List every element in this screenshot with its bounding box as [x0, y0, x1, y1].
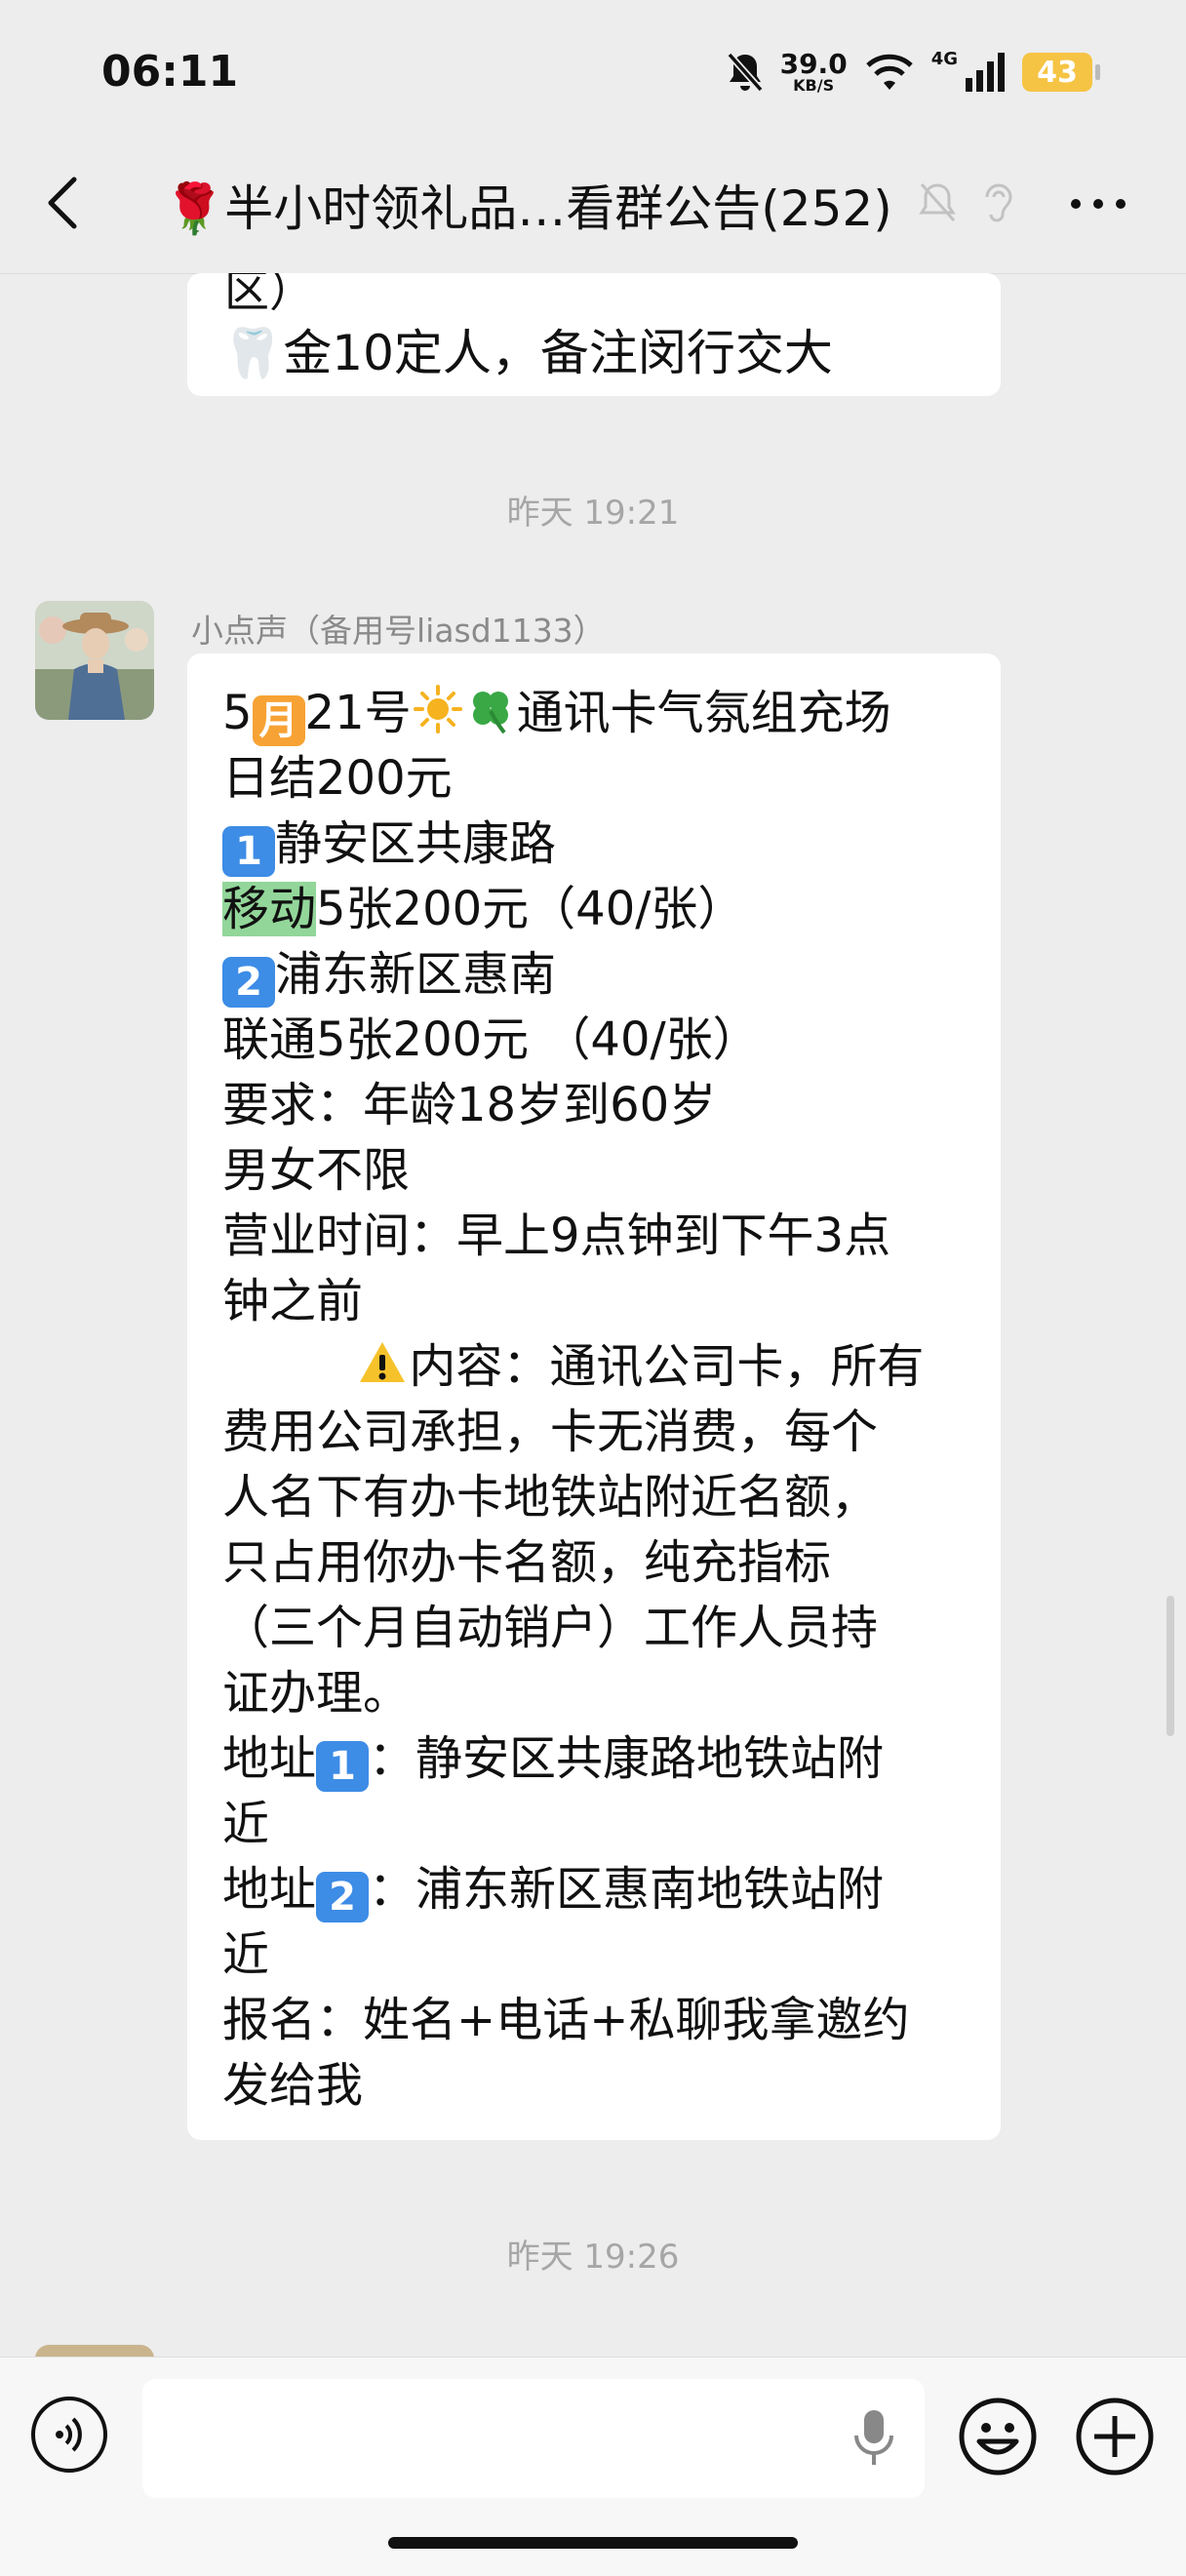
network-type: 4G — [930, 48, 958, 69]
keycap-2-icon: 2 — [222, 957, 275, 1008]
sun-icon — [413, 685, 462, 733]
voice-wave-icon — [56, 2417, 82, 2452]
message-timestamp: 昨天 19:21 — [506, 494, 680, 533]
bell-muted-icon — [726, 52, 764, 93]
message-bubble-previous[interactable]: 区） 🦷金10定人，备注闵行交大 — [187, 273, 1001, 396]
keycap-1-icon: 1 — [222, 826, 275, 877]
home-indicator[interactable] — [388, 2537, 798, 2549]
message-text: 🦷金10定人，备注闵行交大 — [222, 325, 833, 381]
message-text-cut: 区） — [224, 273, 314, 317]
emoji-icon[interactable] — [958, 2397, 1038, 2477]
clover-icon — [472, 692, 508, 734]
message-timestamp: 昨天 19:26 — [506, 2238, 680, 2277]
input-bar — [0, 2357, 1186, 2576]
status-bar: 06:11 39.0 KB/S 4G 43 — [0, 0, 1186, 137]
back-arrow-icon[interactable] — [43, 174, 82, 232]
scrollbar[interactable] — [1166, 1596, 1174, 1736]
keycap-2-icon: 2 — [316, 1872, 370, 1922]
plus-icon[interactable] — [1075, 2397, 1155, 2477]
message-body: 5 月 21号 通讯卡气氛组充场 日结200元 1 静安区共康路 移动5张200元（40… — [222, 685, 925, 2113]
wifi-icon — [865, 54, 913, 90]
message-bubble[interactable]: 5 月 21号 通讯卡气氛组充场 日结200元 1 静安区共康路 移动5张200元（40… — [187, 654, 1001, 2140]
signal-icon — [966, 53, 1005, 92]
battery-indicator: 43 — [1022, 53, 1100, 92]
message-input[interactable] — [142, 2379, 925, 2498]
net-speed: 39.0 KB/S — [779, 48, 848, 95]
warning-icon — [360, 1342, 406, 1382]
voice-input-button[interactable] — [31, 2397, 107, 2473]
ear-icon — [985, 183, 1012, 222]
bell-muted-icon — [919, 183, 956, 221]
status-icons: 39.0 KB/S 4G 43 — [726, 48, 1100, 95]
month-emoji: 月 — [252, 695, 305, 746]
chat-header: 🌹半小时领礼品…看群公告(252) — [0, 137, 1186, 274]
highlighted-text: 移动 — [222, 882, 317, 936]
chat-title[interactable]: 🌹半小时领礼品…看群公告(252) — [164, 170, 892, 240]
more-options-icon[interactable] — [1071, 199, 1126, 209]
status-time: 06:11 — [101, 47, 239, 97]
microphone-icon[interactable] — [852, 2408, 895, 2467]
keycap-1-icon: 1 — [316, 1741, 370, 1792]
sender-name: 小点声（备用号liasd1133） — [191, 612, 606, 650]
avatar[interactable] — [35, 601, 154, 720]
